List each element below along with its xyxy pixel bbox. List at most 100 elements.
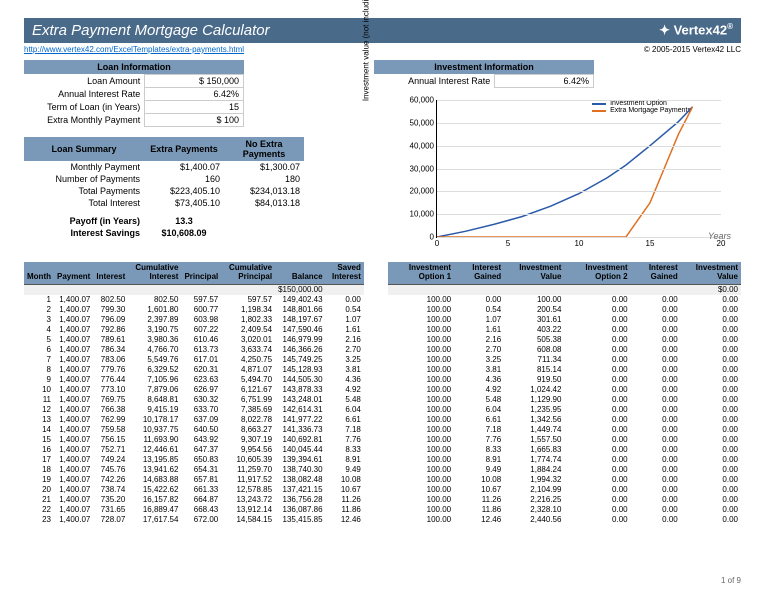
amort-col-header: Cumulative Interest bbox=[128, 262, 181, 284]
table-row: 51,400.07789.613,980.36610.463,020.01146… bbox=[24, 335, 364, 345]
table-row: 100.0011.862,328.100.000.000.00 bbox=[388, 505, 741, 515]
summary-col-extra: Extra Payments bbox=[144, 137, 224, 161]
summary-noextra: 180 bbox=[224, 173, 304, 185]
payoff-label: Payoff (in Years) bbox=[24, 215, 144, 227]
summary-noextra: $234,013.18 bbox=[224, 185, 304, 197]
table-row: 101,400.07773.107,879.06626.976,121.6714… bbox=[24, 385, 364, 395]
chart-ytick: 20,000 bbox=[410, 187, 437, 196]
table-row: 100.004.921,024.420.000.000.00 bbox=[388, 385, 741, 395]
loan-info-value[interactable]: $ 150,000 bbox=[145, 75, 244, 88]
table-row: 100.0011.262,216.250.000.000.00 bbox=[388, 495, 741, 505]
summary-label: Number of Payments bbox=[24, 173, 144, 185]
amortization-table: MonthPaymentInterestCumulative InterestP… bbox=[24, 262, 364, 525]
invest-rate-value: 6.42% bbox=[495, 75, 594, 88]
invest-info-table: Annual Interest Rate6.42% bbox=[374, 74, 594, 88]
table-row: 201,400.07738.7415,422.62661.3312,578.85… bbox=[24, 485, 364, 495]
source-link[interactable]: http://www.vertex42.com/ExcelTemplates/e… bbox=[24, 45, 244, 54]
table-row: 141,400.07759.5810,937.75640.508,663.271… bbox=[24, 425, 364, 435]
summary-noextra: $1,300.07 bbox=[224, 161, 304, 173]
table-row: 100.008.331,665.830.000.000.00 bbox=[388, 445, 741, 455]
amort-col-header: Balance bbox=[275, 262, 326, 284]
summary-extra: 160 bbox=[144, 173, 224, 185]
table-row: 91,400.07776.447,105.96623.635,494.70144… bbox=[24, 375, 364, 385]
table-row: 71,400.07783.065,549.76617.014,250.75145… bbox=[24, 355, 364, 365]
loan-info-label: Annual Interest Rate bbox=[24, 88, 145, 101]
table-row: 31,400.07796.092,397.89603.981,802.33148… bbox=[24, 315, 364, 325]
invest-col-header: Investment Value bbox=[504, 262, 564, 284]
savings-label: Interest Savings bbox=[24, 227, 144, 239]
table-row: 100.002.70608.080.000.000.00 bbox=[388, 345, 741, 355]
chart-ytick: 40,000 bbox=[410, 141, 437, 150]
loan-info-value[interactable]: 15 bbox=[145, 101, 244, 114]
loan-info-value[interactable]: 6.42% bbox=[145, 88, 244, 101]
summary-label: Monthly Payment bbox=[24, 161, 144, 173]
loan-info-label: Term of Loan (in Years) bbox=[24, 101, 145, 114]
table-row: 100.008.911,774.740.000.000.00 bbox=[388, 455, 741, 465]
table-row: 100.004.36919.500.000.000.00 bbox=[388, 375, 741, 385]
summary-label: Total Interest bbox=[24, 197, 144, 209]
table-row: 111,400.07769.758,648.81630.326,751.9914… bbox=[24, 395, 364, 405]
table-row: 100.003.81815.140.000.000.00 bbox=[388, 365, 741, 375]
table-row: 161,400.07752.7112,446.61647.379,954.561… bbox=[24, 445, 364, 455]
summary-extra: $73,405.10 bbox=[144, 197, 224, 209]
amort-col-header: Month bbox=[24, 262, 54, 284]
page-footer: 1 of 9 bbox=[721, 576, 741, 585]
amort-col-header: Saved Interest bbox=[326, 262, 364, 284]
table-row: 151,400.07756.1511,693.90643.929,307.191… bbox=[24, 435, 364, 445]
loan-info-label: Loan Amount bbox=[24, 75, 145, 88]
initial-balance: $150,000.00 bbox=[275, 284, 326, 295]
summary-col-noextra: No Extra Payments bbox=[224, 137, 304, 161]
invest-col-header: Investment Value bbox=[681, 262, 741, 284]
invest-info-header: Investment Information bbox=[374, 60, 594, 74]
table-row: 21,400.07799.301,601.80600.771,198.34148… bbox=[24, 305, 364, 315]
chart-xtick: 15 bbox=[646, 237, 655, 248]
amort-col-header: Payment bbox=[54, 262, 93, 284]
payoff-value: 13.3 bbox=[144, 215, 224, 227]
summary-header: Loan Summary bbox=[24, 137, 144, 161]
table-row: 181,400.07745.7613,941.62654.3111,259.70… bbox=[24, 465, 364, 475]
table-row: 100.001.61403.220.000.000.00 bbox=[388, 325, 741, 335]
chart-xtick: 5 bbox=[506, 237, 510, 248]
loan-summary-table: Loan Summary Extra Payments No Extra Pay… bbox=[24, 137, 304, 239]
table-row: 100.009.491,884.240.000.000.00 bbox=[388, 465, 741, 475]
page-header: Extra Payment Mortgage Calculator ✦ Vert… bbox=[24, 18, 741, 43]
investment-chart: Investment value (not including home equ… bbox=[374, 96, 741, 256]
chart-xtick: 0 bbox=[435, 237, 439, 248]
invest-col-header: Investment Option 2 bbox=[564, 262, 630, 284]
copyright: © 2005-2015 Vertex42 LLC bbox=[644, 45, 741, 54]
table-row: 211,400.07735.2016,157.82664.8713,243.72… bbox=[24, 495, 364, 505]
table-row: 131,400.07762.9910,178.17637.098,022.781… bbox=[24, 415, 364, 425]
chart-ytick: 30,000 bbox=[410, 164, 437, 173]
table-row: 221,400.07731.6516,889.47668.4313,912.14… bbox=[24, 505, 364, 515]
chart-ylabel: Investment value (not including home equ… bbox=[362, 0, 371, 101]
loan-info-value[interactable]: $ 100 bbox=[145, 114, 244, 127]
initial-invest: $0.00 bbox=[681, 284, 741, 295]
table-row: 100.0010.672,104.990.000.000.00 bbox=[388, 485, 741, 495]
loan-info-header: Loan Information bbox=[24, 60, 244, 74]
table-row: 231,400.07728.0717,617.54672.0014,584.15… bbox=[24, 515, 364, 525]
invest-col-header: Interest Gained bbox=[454, 262, 504, 284]
summary-noextra: $84,013.18 bbox=[224, 197, 304, 209]
subheader: http://www.vertex42.com/ExcelTemplates/e… bbox=[24, 43, 741, 60]
table-row: 100.0010.081,994.320.000.000.00 bbox=[388, 475, 741, 485]
chart-ytick: 50,000 bbox=[410, 118, 437, 127]
chart-xlabel: Years bbox=[708, 231, 731, 241]
invest-col-header: Interest Gained bbox=[631, 262, 681, 284]
page-title: Extra Payment Mortgage Calculator bbox=[32, 22, 270, 39]
table-row: 100.001.07301.610.000.000.00 bbox=[388, 315, 741, 325]
summary-extra: $1,400.07 bbox=[144, 161, 224, 173]
table-row: 61,400.07786.344,766.70613.733,633.74146… bbox=[24, 345, 364, 355]
table-row: 100.007.181,449.740.000.000.00 bbox=[388, 425, 741, 435]
investment-table: Investment Option 1Interest GainedInvest… bbox=[388, 262, 741, 525]
invest-rate-label: Annual Interest Rate bbox=[374, 75, 495, 88]
table-row: 100.000.54200.540.000.000.00 bbox=[388, 305, 741, 315]
loan-info-table: Loan Amount$ 150,000Annual Interest Rate… bbox=[24, 74, 244, 127]
summary-extra: $223,405.10 bbox=[144, 185, 224, 197]
table-row: 81,400.07779.766,329.52620.314,871.07145… bbox=[24, 365, 364, 375]
chart-ytick: 60,000 bbox=[410, 96, 437, 105]
table-row: 100.002.16505.380.000.000.00 bbox=[388, 335, 741, 345]
table-row: 100.0012.462,440.560.000.000.00 bbox=[388, 515, 741, 525]
table-row: 100.000.00100.000.000.000.00 bbox=[388, 295, 741, 305]
savings-value: $10,608.09 bbox=[144, 227, 224, 239]
table-row: 171,400.07749.2413,195.85650.8310,605.39… bbox=[24, 455, 364, 465]
